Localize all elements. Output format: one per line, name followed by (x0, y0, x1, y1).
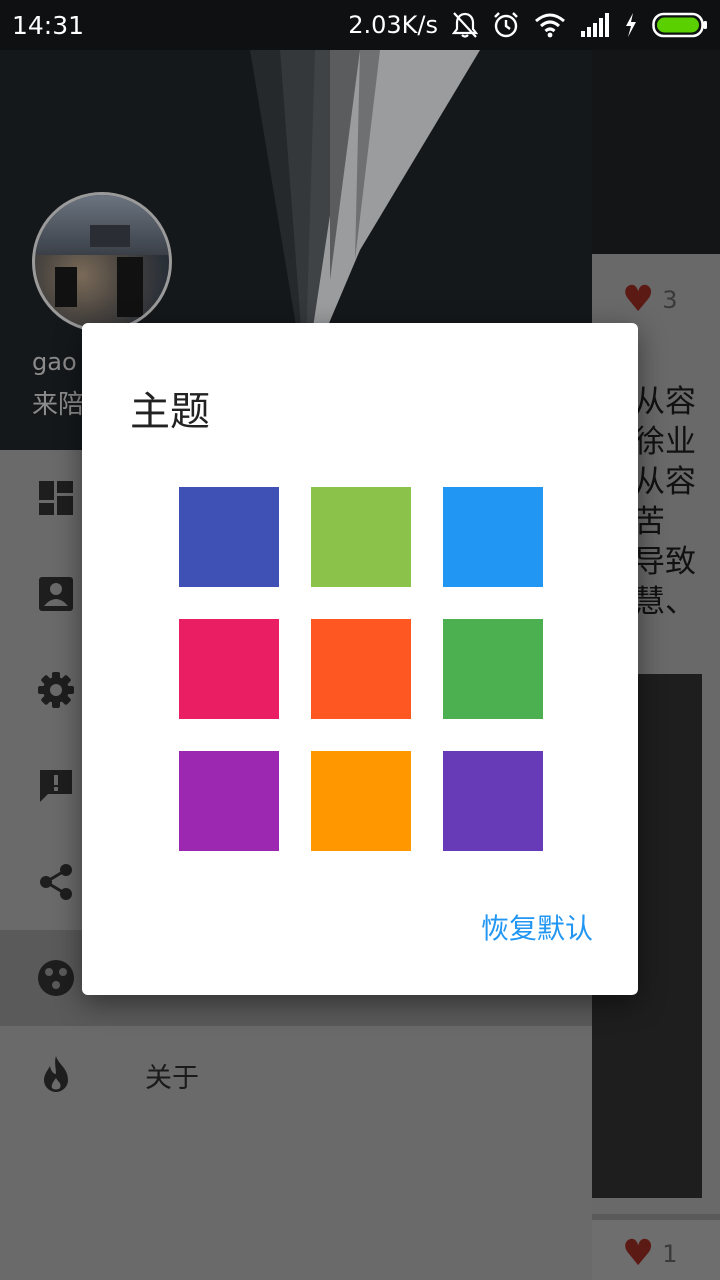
user-signature: 来陪 (32, 390, 85, 420)
dialog-title: 主题 (130, 389, 210, 435)
like-counter[interactable]: ♥ 1 (622, 1236, 678, 1272)
wifi-icon (535, 13, 565, 38)
status-icons: 2.03K/s (348, 9, 708, 41)
palette-icon (38, 960, 74, 996)
reset-default-button[interactable]: 恢复默认 (481, 907, 593, 947)
charging-icon (626, 13, 636, 37)
heart-icon: ♥ (622, 279, 655, 320)
theme-swatch-purple[interactable] (179, 751, 279, 851)
like-count: 1 (662, 1240, 678, 1268)
theme-swatch-blue[interactable] (443, 487, 543, 587)
heart-icon: ♥ (622, 1233, 655, 1274)
fire-icon (44, 1056, 68, 1092)
like-count: 3 (662, 286, 678, 314)
battery-icon (652, 12, 707, 38)
like-counter[interactable]: ♥ 3 (622, 282, 678, 318)
network-speed: 2.03K/s (348, 11, 438, 39)
feedback-icon (40, 770, 72, 802)
theme-swatch-green[interactable] (443, 619, 543, 719)
share-icon (40, 864, 72, 900)
color-swatch-grid (179, 487, 543, 851)
theme-swatch-pink[interactable] (179, 619, 279, 719)
settings-icon (38, 672, 74, 708)
theme-swatch-deep-orange[interactable] (311, 619, 411, 719)
signal-icon (581, 13, 609, 37)
feed-header (592, 50, 720, 254)
status-bar: 14:31 2.03K/s (0, 0, 720, 50)
divider (592, 1214, 720, 1220)
theme-dialog: 主题 恢复默认 (82, 323, 638, 995)
avatar[interactable] (32, 192, 172, 332)
menu-label: 关于 (145, 1063, 199, 1094)
theme-swatch-deep-purple[interactable] (443, 751, 543, 851)
theme-swatch-indigo[interactable] (179, 487, 279, 587)
bell-off-icon (452, 12, 478, 38)
theme-swatch-orange[interactable] (311, 751, 411, 851)
status-time: 14:31 (12, 11, 85, 40)
theme-swatch-light-green[interactable] (311, 487, 411, 587)
alarm-icon (494, 12, 518, 38)
menu-item-about[interactable]: 关于 (0, 1026, 592, 1122)
dashboard-icon (39, 481, 73, 515)
feed-text: 从容 徐业 从容 苦 导致 慧、 (634, 384, 696, 620)
account-box-icon (39, 577, 73, 611)
user-name[interactable]: gao (32, 348, 77, 376)
